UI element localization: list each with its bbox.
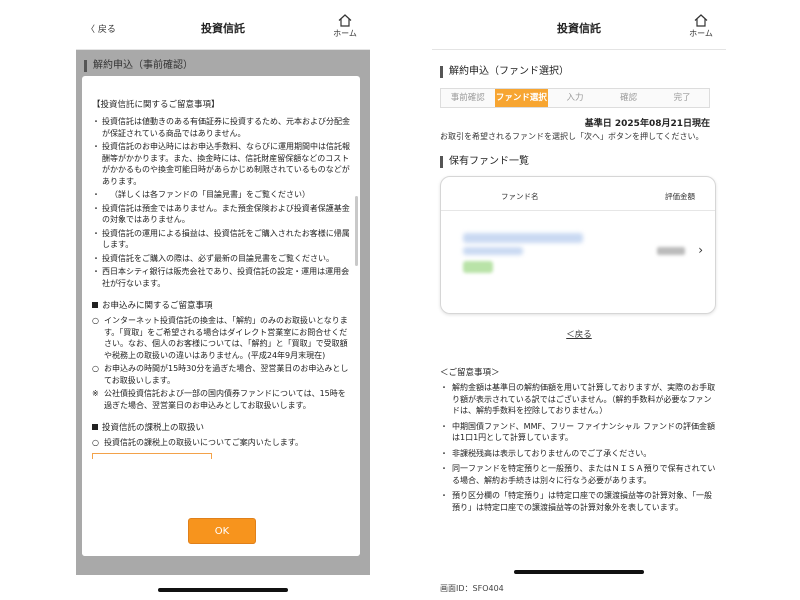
header: 〈 戻る 投資信託 ホーム xyxy=(76,0,370,50)
step-pre-confirm: 事前確認 xyxy=(441,89,495,107)
step-confirm: 確認 xyxy=(601,89,656,107)
note-item: ※ 公社債投資信託および一部の国内債券ファンドについては、15時を過ぎた場合、翌営… xyxy=(92,389,346,410)
main-content: 解約申込（ファンド選択） 事前確認 ファンド選択 入力 確認 完了 基準日 20… xyxy=(432,50,726,600)
home-label: ホーム xyxy=(689,29,713,38)
fund-cautions-title: 【投資信託に関するご留意事項】 xyxy=(92,100,220,110)
step-complete: 完了 xyxy=(655,89,709,107)
square-bullet-icon xyxy=(92,302,98,308)
screen-id: 画面ID：SFO404 xyxy=(440,584,504,593)
table-row[interactable]: › xyxy=(441,211,715,313)
ok-button[interactable]: OK xyxy=(188,518,256,544)
home-icon xyxy=(694,14,708,27)
table-header: ファンド名 評価金額 xyxy=(441,177,715,211)
home-button[interactable]: ホーム xyxy=(330,14,360,39)
home-button[interactable]: ホーム xyxy=(686,14,716,39)
caution-title: ＜ご留意事項＞ xyxy=(440,368,500,378)
application-cautions-title: お申込みに関するご留意事項 xyxy=(92,299,350,311)
step-input: 入力 xyxy=(548,89,602,107)
header: 投資信託 ホーム xyxy=(432,0,726,50)
home-icon xyxy=(338,14,352,27)
page-title: 投資信託 xyxy=(201,22,245,35)
section-title: 解約申込（ファンド選択） xyxy=(440,66,718,78)
list-item: インターネット投資信託の換金は、「解約」のみのお取扱いとなります。「買取」をご希… xyxy=(92,315,350,361)
holdings-title: 保有ファンド一覧 xyxy=(440,156,718,168)
fund-cautions-list: 投資信託は値動きのある有価証券に投資するため、元本および分配金が保証されている商… xyxy=(92,116,350,289)
list-item: 非課税残高は表示しておりませんのでご了承ください。 xyxy=(440,448,718,460)
list-item: 預り区分欄の「特定預り」は特定口座での譲渡損益等の計算対象、「一般預り」は特定口… xyxy=(440,490,718,513)
list-item: 中期国債ファンド、MMF、フリー ファイナンシャル ファンドの評価金額は1口1円… xyxy=(440,421,718,444)
list-item: 投資信託の運用による損益は、投資信託をご購入されたお客様に帰属します。 xyxy=(92,228,350,251)
dialog-footer: OK xyxy=(82,508,360,556)
list-item: 投資信託の課税上の取扱いについてご案内いたします。 xyxy=(92,437,350,449)
back-link[interactable]: ＜戻る xyxy=(566,330,592,340)
dialog-scroll-area[interactable]: 【投資信託に関するご留意事項】 投資信託は値動きのある有価証券に投資するため、元… xyxy=(82,76,360,508)
list-item: （詳しくは各ファンドの「目論見書」をご覧ください） xyxy=(92,189,350,201)
instruction-text: お取引を希望されるファンドを選択し「次へ」ボタンを押してください。 xyxy=(440,132,704,141)
list-item: 同一ファンドを特定預りと一般預り、またはＮＩＳＡ預りで保有されている場合、解約お… xyxy=(440,463,718,486)
list-item: 投資信託のお申込時にはお申込手数料、ならびに運用期間中は信託報酬等がかかります。… xyxy=(92,141,350,187)
chevron-right-icon: › xyxy=(698,243,703,257)
redacted-fund-name xyxy=(463,233,583,243)
redacted-badge xyxy=(463,261,493,273)
base-date: 基準日 2025年08月21日現在 xyxy=(584,119,710,129)
list-item: お申込みの時間が15時30分を過ぎた場合、翌営業日のお申込みとしてお取扱いします… xyxy=(92,363,350,386)
cut-off-element xyxy=(92,452,212,459)
home-label: ホーム xyxy=(333,29,357,38)
tax-treatment-title: 投資信託の課税上の取扱い xyxy=(92,421,350,433)
progress-steps: 事前確認 ファンド選択 入力 確認 完了 xyxy=(440,88,710,108)
list-item: 西日本シティ銀行は販売会社であり、投資信託の設定・運用は運用会社が行ないます。 xyxy=(92,266,350,289)
list-item: 解約金額は基準日の解約価額を用いて計算しておりますが、実際のお手取り額が表示され… xyxy=(440,382,718,417)
right-screen: 投資信託 ホーム 解約申込（ファンド選択） 事前確認 ファンド選択 入力 確認 … xyxy=(432,0,726,600)
list-item: 投資信託は値動きのある有価証券に投資するため、元本および分配金が保証されている商… xyxy=(92,116,350,139)
home-indicator xyxy=(158,588,288,592)
redacted-value xyxy=(657,247,685,255)
caution-list: 解約金額は基準日の解約価額を用いて計算しておりますが、実際のお手取り額が表示され… xyxy=(440,382,718,513)
step-fund-select: ファンド選択 xyxy=(494,89,549,107)
left-screen: 〈 戻る 投資信託 ホーム 解約申込（事前確認） 【投資信託に関するご留意事項】… xyxy=(76,0,370,600)
section-title-dimmed: 解約申込（事前確認） xyxy=(84,60,193,72)
list-item: 投資信託をご購入の際は、必ず最新の目論見書をご覧ください。 xyxy=(92,253,350,265)
page-title: 投資信託 xyxy=(557,22,601,35)
col-value: 評価金額 xyxy=(665,192,695,201)
confirmation-dialog: 【投資信託に関するご留意事項】 投資信託は値動きのある有価証券に投資するため、元… xyxy=(82,76,360,556)
application-cautions-list: インターネット投資信託の換金は、「解約」のみのお取扱いとなります。「買取」をご希… xyxy=(92,315,350,386)
square-bullet-icon xyxy=(92,424,98,430)
scrollbar[interactable] xyxy=(355,196,358,266)
tax-treatment-list: 投資信託の課税上の取扱いについてご案内いたします。 xyxy=(92,437,350,449)
list-item: 投資信託は預金ではありません。また預金保険および投資者保護基金の対象ではありませ… xyxy=(92,203,350,226)
col-fund-name: ファンド名 xyxy=(501,192,539,201)
holdings-table: ファンド名 評価金額 › xyxy=(440,176,716,314)
redacted-fund-name-2 xyxy=(463,247,523,255)
home-indicator xyxy=(514,570,644,574)
